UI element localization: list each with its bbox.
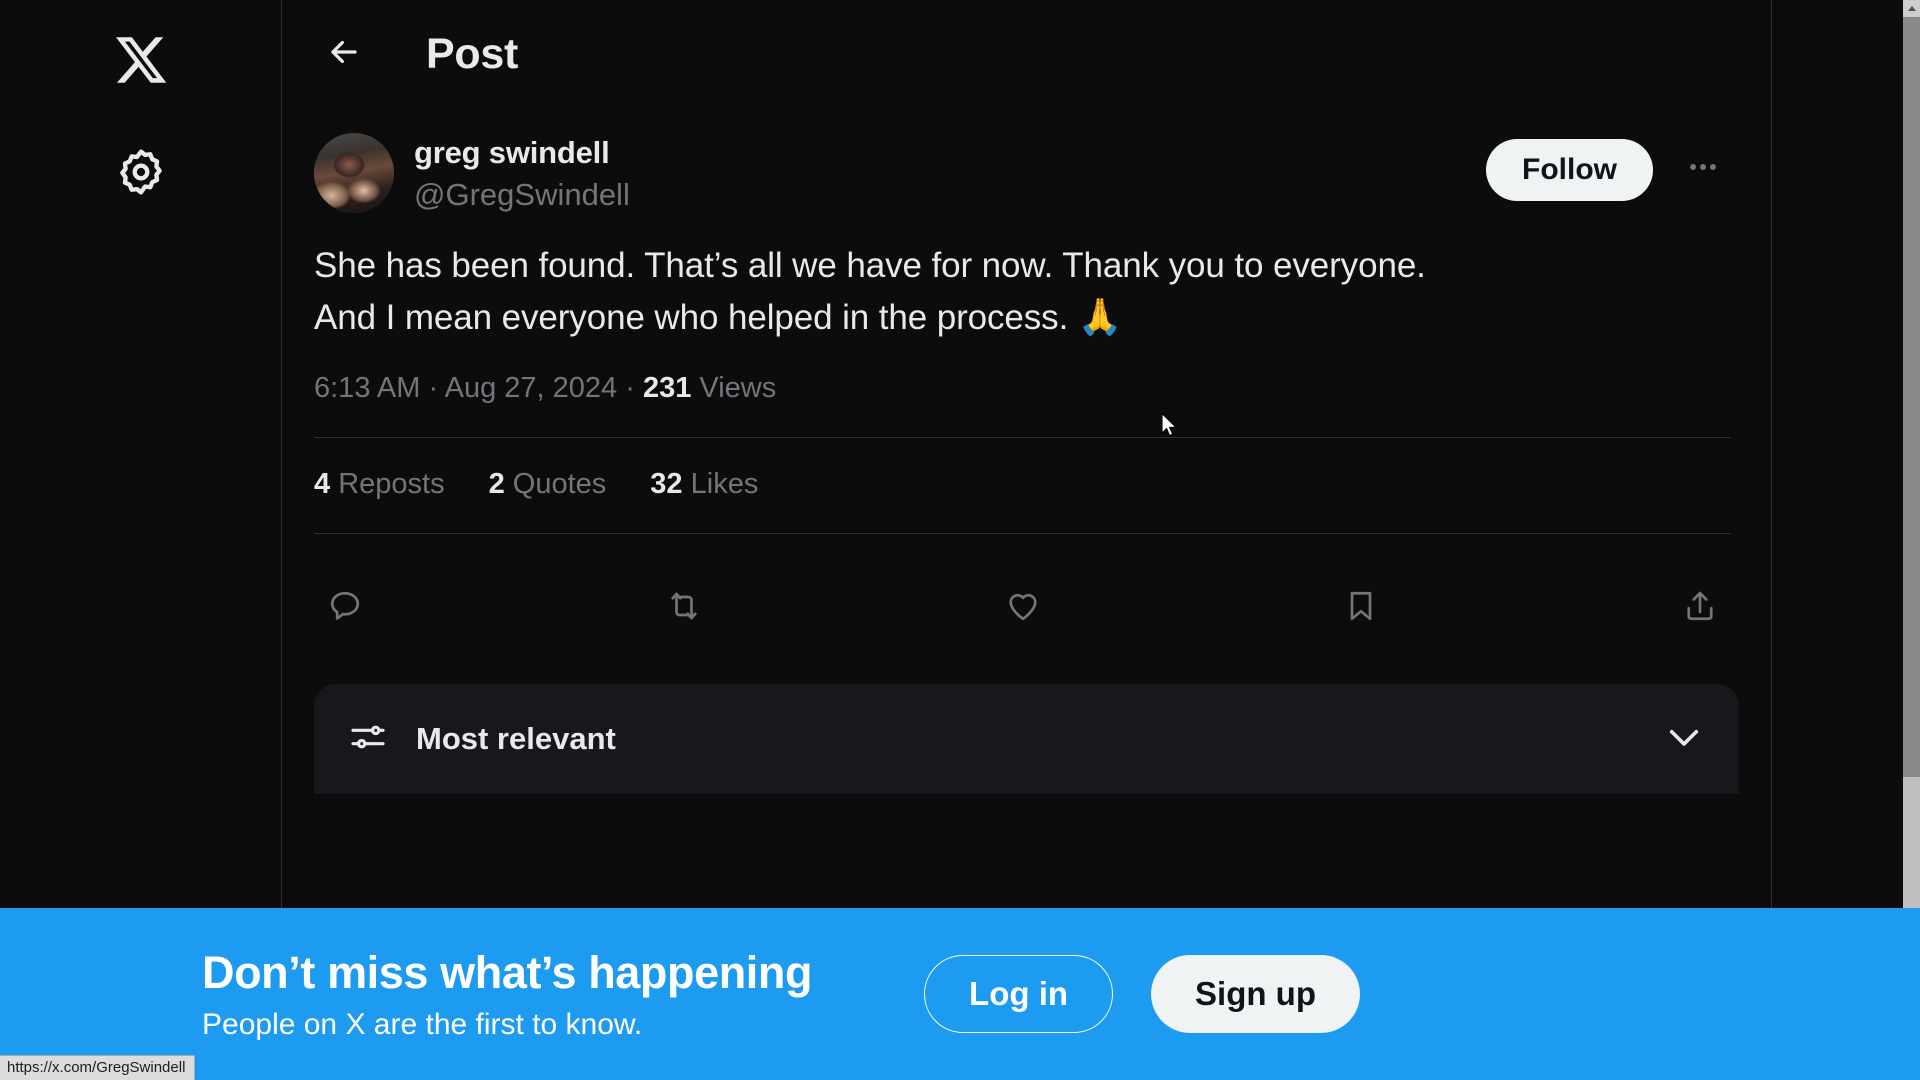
scrollbar-thumb[interactable]	[1903, 17, 1920, 777]
scroll-up-button[interactable]	[1903, 0, 1920, 17]
back-button[interactable]	[314, 24, 374, 84]
views-count: 231	[642, 372, 692, 405]
views-label: Views	[699, 372, 777, 405]
replies-sort-bar[interactable]: Most relevant	[314, 684, 1739, 795]
stat-likes[interactable]: 32 Likes	[650, 468, 758, 501]
quotes-count: 2	[488, 468, 505, 501]
reply-icon	[327, 588, 363, 629]
meta-separator-1: ·	[428, 372, 439, 405]
cta-buttons: Log in Sign up	[924, 955, 1360, 1033]
x-post-page: Post greg swindell @GregSwindell Follow …	[0, 0, 1920, 1080]
author-handle[interactable]: @GregSwindell	[414, 175, 630, 215]
gear-icon	[115, 146, 167, 198]
author-row: greg swindell @GregSwindell Follow	[282, 108, 1771, 215]
post-text-line-1: She has been found. That’s all we have f…	[314, 245, 1426, 285]
heart-icon	[1005, 588, 1041, 629]
author-names: greg swindell @GregSwindell	[414, 133, 630, 215]
x-logo-icon	[113, 32, 169, 88]
likes-label: Likes	[690, 468, 759, 501]
likes-count: 32	[650, 468, 683, 501]
cta-title: Don’t miss what’s happening	[202, 947, 813, 999]
post-header: Post	[282, 0, 1771, 108]
share-button[interactable]	[1669, 577, 1731, 639]
page-title: Post	[426, 29, 518, 78]
author-display-name[interactable]: greg swindell	[414, 135, 630, 172]
signup-button[interactable]: Sign up	[1151, 955, 1360, 1033]
post-text-line-2: And I mean everyone who helped in the pr…	[314, 297, 1069, 337]
more-options-button[interactable]	[1675, 141, 1731, 197]
praying-hands-emoji: 🙏	[1077, 295, 1123, 337]
login-button[interactable]: Log in	[924, 955, 1114, 1033]
meta-separator-2: ·	[625, 372, 635, 405]
sidebar-item-home[interactable]	[99, 18, 183, 102]
post-time: 6:13 AM	[314, 372, 421, 405]
divider-bottom	[314, 533, 1731, 535]
status-bar-url: https://x.com/GregSwindell	[0, 1055, 196, 1080]
follow-button[interactable]: Follow	[1486, 139, 1653, 201]
reposts-label: Reposts	[338, 468, 445, 501]
quotes-label: Quotes	[512, 468, 607, 501]
like-button[interactable]	[992, 577, 1054, 639]
signup-cta-banner: Don’t miss what’s happening People on X …	[0, 908, 1920, 1080]
repost-button[interactable]	[653, 577, 715, 639]
sort-label: Most relevant	[416, 721, 616, 757]
share-icon	[1682, 588, 1718, 629]
avatar[interactable]	[314, 133, 394, 213]
reposts-count: 4	[314, 468, 331, 501]
triangle-up-icon	[1907, 6, 1916, 11]
sidebar-item-settings[interactable]	[99, 130, 183, 214]
post-date: Aug 27, 2024	[444, 372, 618, 405]
post-text: She has been found. That’s all we have f…	[282, 215, 1771, 342]
reply-button[interactable]	[314, 577, 376, 639]
cta-subtitle: People on X are the first to know.	[202, 1007, 643, 1041]
stat-reposts[interactable]: 4 Reposts	[314, 468, 445, 501]
post-meta: 6:13 AM · Aug 27, 2024 · 231 Views	[282, 342, 1771, 405]
repost-icon	[666, 588, 702, 629]
stat-quotes[interactable]: 2 Quotes	[489, 468, 607, 501]
back-arrow-icon	[325, 33, 363, 76]
ellipsis-icon	[1686, 150, 1720, 189]
sliders-icon	[348, 717, 388, 762]
engagement-stats: 4 Reposts 2 Quotes 32 Likes	[282, 438, 1771, 501]
cta-text-block: Don’t miss what’s happening People on X …	[202, 946, 812, 1041]
avatar-image	[314, 133, 394, 213]
chevron-down-icon[interactable]	[1663, 716, 1705, 763]
post-actions	[282, 562, 1771, 654]
post-text-line-2-wrap: And I mean everyone who helped in the pr…	[314, 291, 1731, 343]
bookmark-button[interactable]	[1330, 577, 1392, 639]
bookmark-icon	[1343, 588, 1379, 629]
